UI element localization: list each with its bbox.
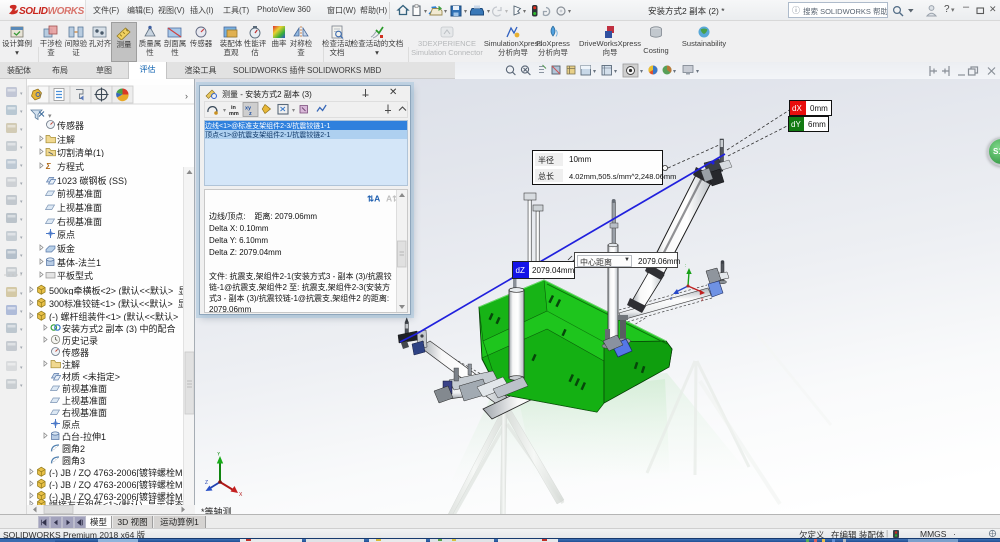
svg-text:mm: mm — [229, 111, 239, 117]
svg-text:▾: ▾ — [505, 9, 508, 15]
svg-text:▾: ▾ — [20, 145, 23, 151]
svg-text:▾: ▾ — [223, 108, 226, 114]
svg-text:▾: ▾ — [20, 309, 23, 315]
svg-text:▾: ▾ — [20, 291, 23, 297]
svg-text:▾: ▾ — [20, 365, 23, 371]
svg-text:▾: ▾ — [20, 109, 23, 115]
svg-text:▾: ▾ — [20, 253, 23, 259]
svg-text:▾: ▾ — [20, 163, 23, 169]
svg-text:▾: ▾ — [673, 69, 676, 75]
svg-text:▾: ▾ — [696, 69, 699, 75]
svg-text:▾: ▾ — [20, 235, 23, 241]
svg-text:▾: ▾ — [523, 9, 526, 15]
svg-text:Σ: Σ — [45, 162, 51, 171]
svg-text:▾: ▾ — [20, 271, 23, 277]
svg-text:▾: ▾ — [20, 199, 23, 205]
svg-text:▾: ▾ — [292, 108, 295, 114]
svg-text:▾: ▾ — [487, 9, 490, 15]
svg-text:▾: ▾ — [640, 69, 643, 75]
svg-text:▾: ▾ — [20, 127, 23, 133]
svg-text:›: › — [185, 91, 188, 101]
svg-text:SOLIDWORKS: SOLIDWORKS — [19, 6, 84, 17]
svg-text:▾: ▾ — [444, 9, 447, 15]
svg-text:▾: ▾ — [20, 345, 23, 351]
svg-text:▾: ▾ — [20, 91, 23, 97]
svg-text:▾: ▾ — [593, 69, 596, 75]
svg-text:▾: ▾ — [20, 217, 23, 223]
svg-text::: : — [685, 263, 686, 269]
svg-text:Y: Y — [217, 452, 221, 458]
svg-text:▾: ▾ — [20, 383, 23, 389]
svg-text:▾: ▾ — [464, 9, 467, 15]
svg-text:x: x — [701, 297, 704, 303]
svg-text:▾: ▾ — [614, 69, 617, 75]
svg-text:▾: ▾ — [20, 327, 23, 333]
svg-text:Z: Z — [205, 480, 208, 486]
svg-text:▾: ▾ — [568, 9, 571, 15]
svg-text:▾: ▾ — [424, 9, 427, 15]
svg-text:X: X — [239, 492, 243, 496]
svg-text:▾: ▾ — [20, 181, 23, 187]
svg-text:z: z — [249, 111, 252, 117]
svg-text:⇅A: ⇅A — [367, 194, 380, 204]
